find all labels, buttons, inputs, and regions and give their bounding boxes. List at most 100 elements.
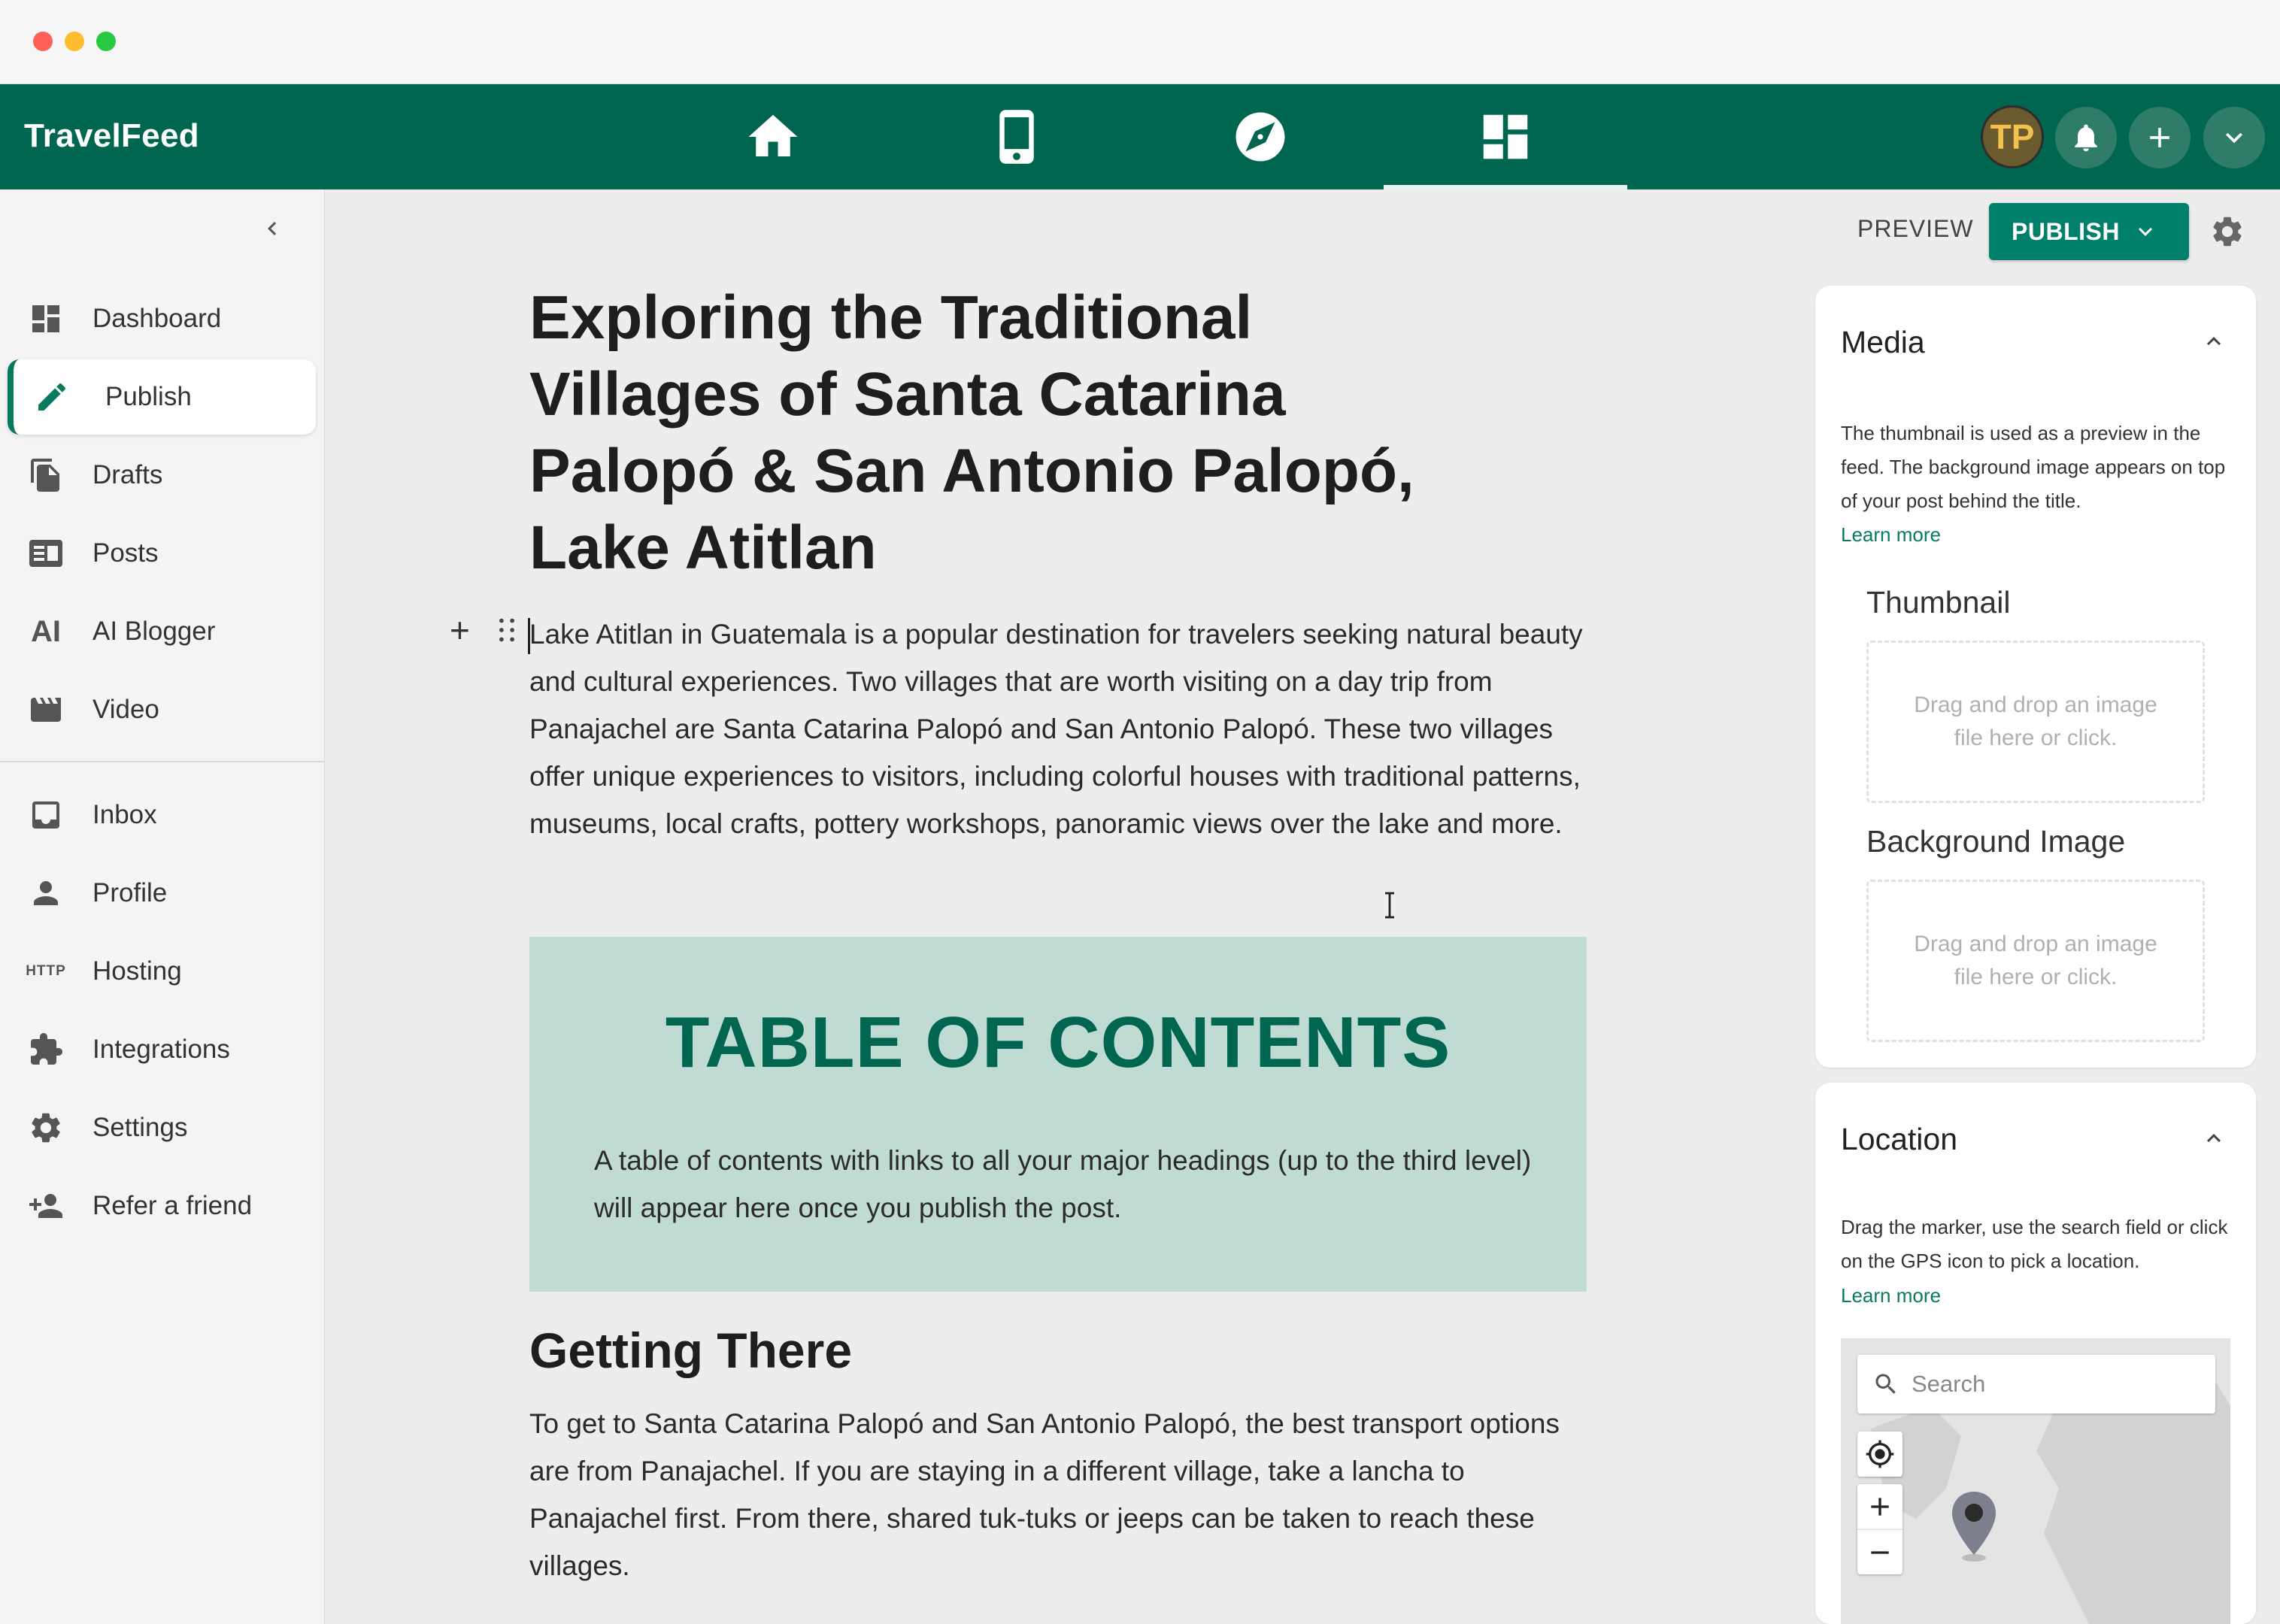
create-button[interactable] (2129, 107, 2191, 168)
media-panel-title: Media (1841, 325, 1925, 359)
sidebar-item-inbox[interactable]: Inbox (8, 777, 316, 853)
sidebar-item-drafts[interactable]: Drafts (8, 438, 316, 513)
sidebar-item-dashboard[interactable]: Dashboard (8, 281, 316, 356)
video-icon (27, 691, 65, 729)
intro-paragraph[interactable]: Lake Atitlan in Guatemala is a popular d… (529, 611, 1590, 847)
sidebar-item-label: Publish (105, 382, 192, 411)
background-image-label: Background Image (1866, 824, 2126, 859)
nav-tab-feed[interactable] (895, 84, 1138, 189)
location-map[interactable] (1841, 1338, 2230, 1624)
zoom-out-button[interactable] (1857, 1529, 1903, 1574)
collapse-media-button[interactable] (2200, 328, 2227, 355)
section-paragraph[interactable]: To get to Santa Catarina Palopó and San … (529, 1400, 1590, 1589)
collapse-sidebar-button[interactable] (256, 212, 289, 245)
puzzle-icon (27, 1031, 65, 1068)
background-image-dropzone[interactable]: Drag and drop an image file here or clic… (1866, 880, 2205, 1042)
person-add-icon (27, 1187, 65, 1225)
posts-icon (27, 535, 65, 572)
editor-settings-button[interactable] (2209, 214, 2245, 250)
sidebar-item-label: Video (92, 695, 159, 724)
inbox-icon (27, 796, 65, 834)
sidebar-item-refer[interactable]: Refer a friend (8, 1168, 316, 1244)
ibeam-cursor-icon (1382, 892, 1397, 919)
sidebar-item-posts[interactable]: Posts (8, 516, 316, 591)
nav-tab-explore[interactable] (1138, 84, 1382, 189)
window-minimize-button[interactable] (65, 32, 84, 51)
sidebar-item-settings[interactable]: Settings (8, 1090, 316, 1165)
chevron-left-icon (268, 222, 277, 235)
sidebar-item-label: Refer a friend (92, 1191, 253, 1220)
sidebar-item-label: Settings (92, 1113, 188, 1142)
sidebar-item-label: AI Blogger (92, 617, 216, 646)
sidebar-item-label: Inbox (92, 800, 157, 829)
gear-icon (2213, 217, 2242, 247)
sidebar: Dashboard Publish Drafts Posts AI AI Blo… (0, 189, 325, 1624)
phone-icon (999, 110, 1034, 164)
window-titlebar (0, 0, 2280, 84)
location-panel-title: Location (1841, 1122, 1958, 1156)
publish-button[interactable]: PUBLISH (1989, 203, 2189, 260)
toc-description: A table of contents with links to all yo… (594, 1145, 1532, 1223)
thumbnail-label: Thumbnail (1866, 585, 2011, 620)
sidebar-item-integrations[interactable]: Integrations (8, 1012, 316, 1087)
sidebar-item-ai-blogger[interactable]: AI AI Blogger (8, 594, 316, 669)
post-title[interactable]: Exploring the Traditional Villages of Sa… (529, 280, 1432, 586)
brand-logo[interactable]: TravelFeed (24, 117, 199, 155)
sidebar-item-label: Posts (92, 538, 159, 568)
location-panel: Location Drag the marker, use the search… (1815, 1083, 2256, 1624)
nav-tab-home[interactable] (651, 84, 895, 189)
account-menu-button[interactable] (2203, 107, 2265, 168)
add-block-button[interactable]: + (450, 613, 470, 647)
location-panel-description: Drag the marker, use the search field or… (1841, 1216, 2228, 1272)
chevron-down-icon (2139, 227, 2152, 236)
window-close-button[interactable] (33, 32, 53, 51)
sidebar-item-profile[interactable]: Profile (8, 856, 316, 931)
pencil-icon (33, 378, 71, 416)
app-header: TravelFeed TP (0, 84, 2280, 189)
sidebar-item-label: Drafts (92, 460, 163, 489)
table-of-contents-block[interactable]: TABLE OF CONTENTS A table of contents wi… (529, 937, 1587, 1292)
person-icon (27, 874, 65, 912)
dashboard-icon (1483, 114, 1528, 159)
collapse-location-button[interactable] (2200, 1125, 2227, 1152)
plus-icon (1871, 1498, 1889, 1516)
http-icon: HTTP (26, 963, 66, 979)
chevron-up-icon (2207, 337, 2221, 346)
avatar[interactable]: TP (1981, 105, 2044, 168)
sidebar-divider (0, 761, 324, 762)
dashboard-icon (27, 300, 65, 338)
preview-button[interactable]: PREVIEW (1857, 215, 1974, 243)
search-icon (1875, 1374, 1896, 1394)
thumbnail-dropzone[interactable]: Drag and drop an image file here or clic… (1866, 641, 2205, 803)
sidebar-item-hosting[interactable]: HTTP Hosting (8, 934, 316, 1009)
gear-icon (27, 1109, 65, 1147)
sidebar-item-publish[interactable]: Publish (8, 359, 316, 435)
nav-tab-dashboard[interactable] (1384, 84, 1627, 189)
chevron-up-icon (2207, 1134, 2221, 1143)
gps-button[interactable] (1857, 1432, 1903, 1477)
sidebar-item-label: Hosting (92, 956, 182, 986)
map-marker-icon[interactable] (1948, 1489, 2000, 1564)
block-tools: + (450, 613, 532, 647)
minus-icon (1871, 1550, 1889, 1554)
window-zoom-button[interactable] (96, 32, 116, 51)
notifications-button[interactable] (2055, 107, 2117, 168)
gps-icon (1866, 1440, 1894, 1468)
map-search-input[interactable] (1912, 1368, 2197, 1400)
location-learn-more-link[interactable]: Learn more (1841, 1284, 1941, 1307)
drag-handle-icon[interactable] (498, 618, 516, 642)
section-heading[interactable]: Getting There (529, 1322, 852, 1379)
sidebar-item-label: Profile (92, 878, 168, 907)
compass-icon (1236, 112, 1285, 162)
map-search-box[interactable] (1857, 1355, 2215, 1413)
sidebar-item-video[interactable]: Video (8, 672, 316, 747)
chevron-down-icon (2226, 132, 2242, 144)
media-learn-more-link[interactable]: Learn more (1841, 523, 1941, 547)
ai-icon: AI (31, 614, 61, 648)
publish-button-label: PUBLISH (2012, 217, 2120, 245)
home-icon (748, 114, 798, 156)
zoom-in-button[interactable] (1857, 1484, 1903, 1529)
bell-icon (2075, 124, 2097, 152)
sidebar-item-label: Integrations (92, 1035, 230, 1064)
toc-title: TABLE OF CONTENTS (665, 1002, 1451, 1083)
